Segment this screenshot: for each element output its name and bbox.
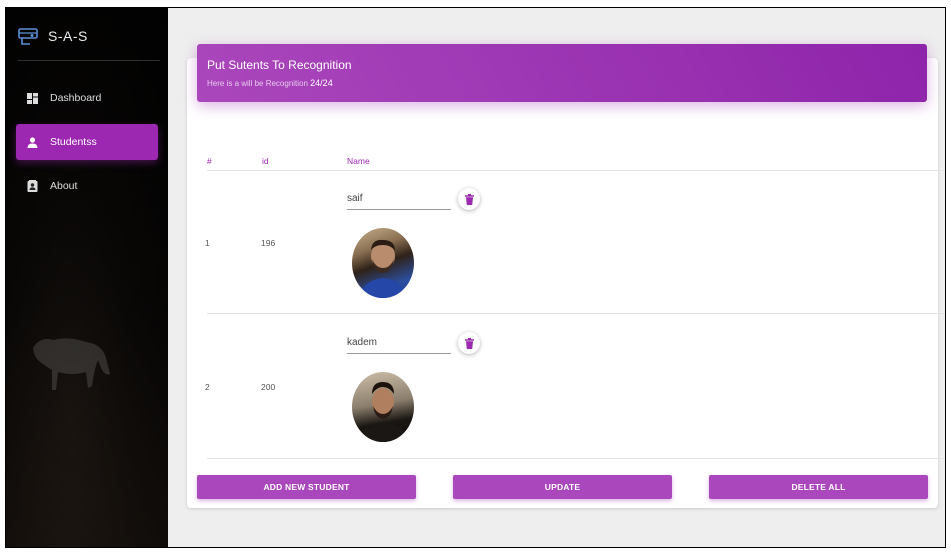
delete-student-button[interactable] [458,332,480,354]
recognition-count: 24/24 [310,78,333,88]
add-student-button[interactable]: ADD NEW STUDENT [197,475,416,499]
student-avatar [352,228,414,298]
trash-icon [464,337,474,349]
row-id: 200 [261,382,276,392]
sidebar-item-about[interactable]: About [16,168,158,204]
column-header-name: Name [347,156,370,166]
sidebar-item-label: Studentss [50,136,97,148]
students-card: # id Name 1 196 saif 2 200 kadem ADD NEW… [187,58,944,508]
brand[interactable]: S-A-S [18,26,88,46]
table-divider [207,458,944,459]
main-content: # id Name 1 196 saif 2 200 kadem ADD NEW… [168,8,945,547]
sidebar-item-label: Dashboard [50,92,102,104]
sidebar-nav: Dashboard Studentss About [6,80,168,212]
student-name-input[interactable] [347,334,451,354]
brand-divider [18,60,160,61]
sidebar: S-A-S Dashboard Studentss About [6,8,168,547]
column-header-id: id [262,156,269,166]
trash-icon [464,193,474,205]
brand-title: S-A-S [48,28,88,44]
sidebar-item-label: About [50,180,78,192]
horse-background-image [33,338,110,390]
table-divider [207,313,944,314]
delete-student-button[interactable] [458,188,480,210]
card-subtitle-text: Here is a will be Recognition [207,79,308,88]
delete-all-button[interactable]: DELETE ALL [709,475,928,499]
projector-icon [18,28,38,45]
row-index: 1 [205,238,210,248]
row-index: 2 [205,382,210,392]
contact-card-icon [26,180,38,192]
card-title: Put Sutents To Recognition [207,58,352,72]
table-divider [207,170,944,171]
student-avatar [352,372,414,442]
dashboard-icon [26,92,38,104]
card-header: Put Sutents To Recognition Here is a wil… [197,44,927,102]
person-icon [26,136,38,148]
row-id: 196 [261,238,276,248]
sidebar-item-students[interactable]: Studentss [16,124,158,160]
sidebar-item-dashboard[interactable]: Dashboard [16,80,158,116]
student-name-input[interactable] [347,190,451,210]
column-header-index: # [207,156,212,166]
table-header: # id Name [207,148,945,178]
update-button[interactable]: UPDATE [453,475,672,499]
card-subtitle: Here is a will be Recognition 24/24 [207,78,333,88]
app-window: S-A-S Dashboard Studentss About # id Nam… [5,7,946,548]
